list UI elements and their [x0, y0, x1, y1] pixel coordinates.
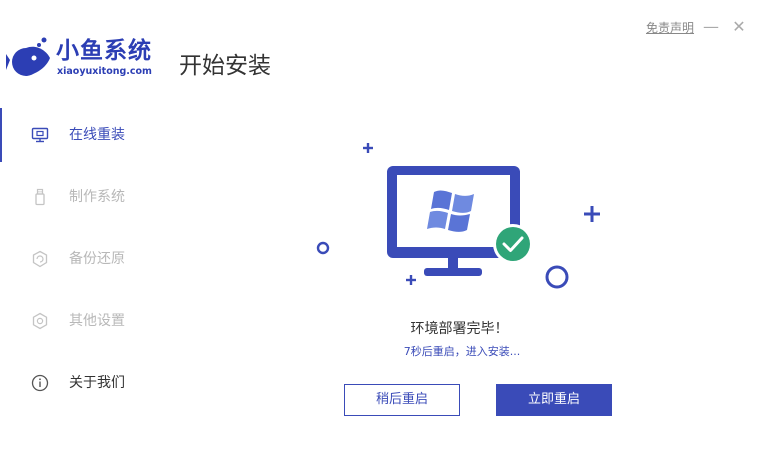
usb-icon — [35, 188, 45, 206]
restart-later-button[interactable]: 稍后重启 — [344, 384, 460, 416]
restart-now-button[interactable]: 立即重启 — [496, 384, 612, 416]
minimize-button[interactable]: — — [703, 17, 719, 37]
install-complete-illustration — [316, 143, 600, 289]
monitor-icon — [31, 127, 49, 143]
plus-icon — [406, 275, 416, 285]
ring-decoration — [316, 241, 330, 255]
fish-logo-icon — [6, 37, 50, 76]
sidebar-item-label: 在线重装 — [69, 127, 125, 143]
sidebar-item-make-system[interactable]: 制作系统 — [0, 166, 160, 228]
sidebar-item-online-reinstall[interactable]: 在线重装 — [0, 104, 160, 166]
disclaimer-link[interactable]: 免责声明 — [646, 20, 694, 36]
ring-decoration — [545, 265, 569, 289]
sidebar-item-label: 关于我们 — [69, 375, 125, 391]
active-indicator — [0, 108, 2, 162]
brand-url: xiaoyuxitong.com — [57, 66, 152, 77]
plus-icon — [363, 143, 373, 153]
sidebar-item-about-us[interactable]: 关于我们 — [0, 352, 160, 414]
sidebar-item-label: 制作系统 — [69, 189, 125, 205]
sidebar-item-label: 备份还原 — [69, 251, 125, 267]
brand-name: 小鱼系统 — [56, 38, 152, 64]
page-title: 开始安装 — [179, 53, 271, 79]
close-button[interactable]: ✕ — [731, 17, 747, 37]
countdown-text: 7秒后重启，进入安装... — [403, 345, 521, 358]
sidebar: 在线重装 制作系统 备份还原 其他设置 关于我们 — [0, 104, 160, 424]
check-badge-icon — [493, 224, 533, 264]
info-icon — [31, 374, 49, 392]
status-title: 环境部署完毕！ — [410, 321, 509, 337]
sidebar-item-backup-restore[interactable]: 备份还原 — [0, 228, 160, 290]
backup-icon — [32, 250, 48, 268]
plus-icon — [584, 206, 600, 222]
